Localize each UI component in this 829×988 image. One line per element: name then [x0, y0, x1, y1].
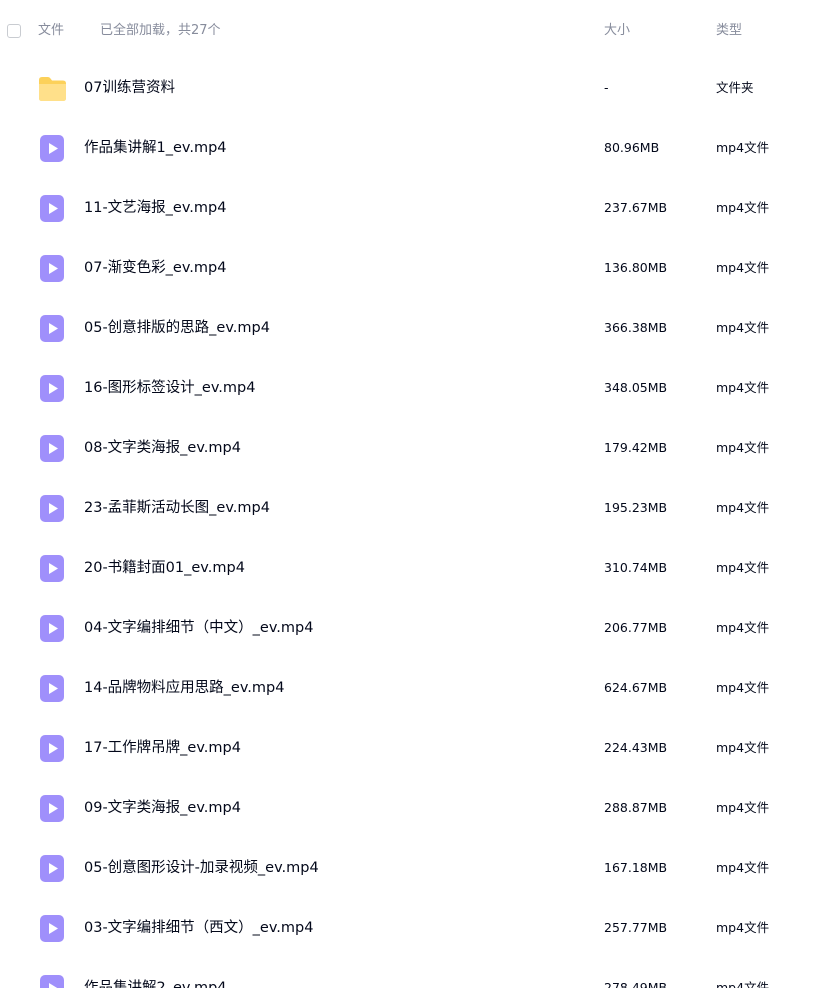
file-row[interactable]: 05-创意排版的思路_ev.mp4 366.38MB mp4文件 [0, 298, 829, 358]
file-row[interactable]: 作品集讲解1_ev.mp4 80.96MB mp4文件 [0, 118, 829, 178]
file-type: mp4文件 [716, 560, 770, 575]
file-size: 167.18MB [604, 860, 668, 875]
file-size: 366.38MB [604, 320, 668, 335]
file-size: 195.23MB [604, 500, 668, 515]
file-name[interactable]: 23-孟菲斯活动长图_ev.mp4 [84, 498, 270, 518]
file-type: mp4文件 [716, 200, 770, 215]
file-size: 624.67MB [604, 680, 668, 695]
folder-icon [37, 72, 67, 104]
file-type: mp4文件 [716, 260, 770, 275]
video-icon [37, 192, 67, 224]
video-icon [37, 372, 67, 404]
file-size: 310.74MB [604, 560, 668, 575]
video-icon [37, 672, 67, 704]
file-name[interactable]: 20-书籍封面01_ev.mp4 [84, 558, 245, 578]
select-all-checkbox[interactable] [7, 24, 21, 38]
video-icon [37, 612, 67, 644]
file-size: 288.87MB [604, 800, 668, 815]
file-name[interactable]: 03-文字编排细节（西文）_ev.mp4 [84, 918, 313, 938]
video-icon [37, 252, 67, 284]
file-type: mp4文件 [716, 320, 770, 335]
file-row[interactable]: 04-文字编排细节（中文）_ev.mp4 206.77MB mp4文件 [0, 598, 829, 658]
video-icon [37, 132, 67, 164]
file-name[interactable]: 作品集讲解2_ev.mp4 [84, 978, 227, 988]
file-name[interactable]: 17-工作牌吊牌_ev.mp4 [84, 738, 241, 758]
file-name[interactable]: 07-渐变色彩_ev.mp4 [84, 258, 226, 278]
file-name[interactable]: 05-创意排版的思路_ev.mp4 [84, 318, 270, 338]
file-row[interactable]: 作品集讲解2_ev.mp4 278.49MB mp4文件 [0, 958, 829, 988]
file-name[interactable]: 16-图形标签设计_ev.mp4 [84, 378, 255, 398]
file-size: - [604, 80, 609, 95]
file-size: 224.43MB [604, 740, 668, 755]
file-type: mp4文件 [716, 980, 770, 988]
file-row[interactable]: 09-文字类海报_ev.mp4 288.87MB mp4文件 [0, 778, 829, 838]
file-name[interactable]: 14-品牌物料应用思路_ev.mp4 [84, 678, 284, 698]
file-row[interactable]: 05-创意图形设计-加录视频_ev.mp4 167.18MB mp4文件 [0, 838, 829, 898]
file-type: mp4文件 [716, 620, 770, 635]
size-column-header[interactable]: 大小 [604, 22, 630, 40]
file-row[interactable]: 07训练营资料 - 文件夹 [0, 58, 829, 118]
file-name[interactable]: 09-文字类海报_ev.mp4 [84, 798, 241, 818]
file-name[interactable]: 08-文字类海报_ev.mp4 [84, 438, 241, 458]
file-row[interactable]: 03-文字编排细节（西文）_ev.mp4 257.77MB mp4文件 [0, 898, 829, 958]
file-row[interactable]: 08-文字类海报_ev.mp4 179.42MB mp4文件 [0, 418, 829, 478]
video-icon [37, 852, 67, 884]
file-row[interactable]: 20-书籍封面01_ev.mp4 310.74MB mp4文件 [0, 538, 829, 598]
file-type: mp4文件 [716, 440, 770, 455]
file-size: 136.80MB [604, 260, 668, 275]
file-size: 80.96MB [604, 140, 660, 155]
file-type: mp4文件 [716, 680, 770, 695]
list-header: 文件 已全部加载，共27个 大小 类型 [0, 0, 829, 62]
video-icon [37, 972, 67, 988]
file-type: mp4文件 [716, 860, 770, 875]
video-icon [37, 312, 67, 344]
file-row[interactable]: 17-工作牌吊牌_ev.mp4 224.43MB mp4文件 [0, 718, 829, 778]
video-icon [37, 432, 67, 464]
file-name[interactable]: 作品集讲解1_ev.mp4 [84, 138, 227, 158]
file-type: mp4文件 [716, 920, 770, 935]
file-row[interactable]: 14-品牌物料应用思路_ev.mp4 624.67MB mp4文件 [0, 658, 829, 718]
type-column-header[interactable]: 类型 [716, 22, 742, 40]
file-row[interactable]: 07-渐变色彩_ev.mp4 136.80MB mp4文件 [0, 238, 829, 298]
file-name[interactable]: 11-文艺海报_ev.mp4 [84, 198, 226, 218]
file-type: mp4文件 [716, 800, 770, 815]
file-row[interactable]: 16-图形标签设计_ev.mp4 348.05MB mp4文件 [0, 358, 829, 418]
file-size: 348.05MB [604, 380, 668, 395]
file-name[interactable]: 05-创意图形设计-加录视频_ev.mp4 [84, 858, 319, 878]
file-row[interactable]: 11-文艺海报_ev.mp4 237.67MB mp4文件 [0, 178, 829, 238]
file-type: mp4文件 [716, 740, 770, 755]
video-icon [37, 552, 67, 584]
file-column-header[interactable]: 文件 [38, 22, 64, 40]
file-name[interactable]: 07训练营资料 [84, 78, 175, 98]
file-size: 257.77MB [604, 920, 668, 935]
file-size: 206.77MB [604, 620, 668, 635]
video-icon [37, 912, 67, 944]
loaded-count-text: 已全部加载，共27个 [100, 23, 221, 38]
file-size: 179.42MB [604, 440, 668, 455]
file-row[interactable]: 23-孟菲斯活动长图_ev.mp4 195.23MB mp4文件 [0, 478, 829, 538]
video-icon [37, 792, 67, 824]
file-list: 07训练营资料 - 文件夹 作品集讲解1_ev.mp4 80.96MB mp4文件 11-文… [0, 58, 829, 988]
file-list-page: 文件 已全部加载，共27个 大小 类型 07训练营资料 - 文件夹作品集讲解1_ev… [0, 0, 829, 988]
file-type: 文件夹 [716, 80, 754, 95]
file-size: 278.49MB [604, 980, 668, 988]
file-name[interactable]: 04-文字编排细节（中文）_ev.mp4 [84, 618, 313, 638]
file-type: mp4文件 [716, 140, 770, 155]
file-size: 237.67MB [604, 200, 668, 215]
file-type: mp4文件 [716, 500, 770, 515]
file-type: mp4文件 [716, 380, 770, 395]
video-icon [37, 732, 67, 764]
video-icon [37, 492, 67, 524]
